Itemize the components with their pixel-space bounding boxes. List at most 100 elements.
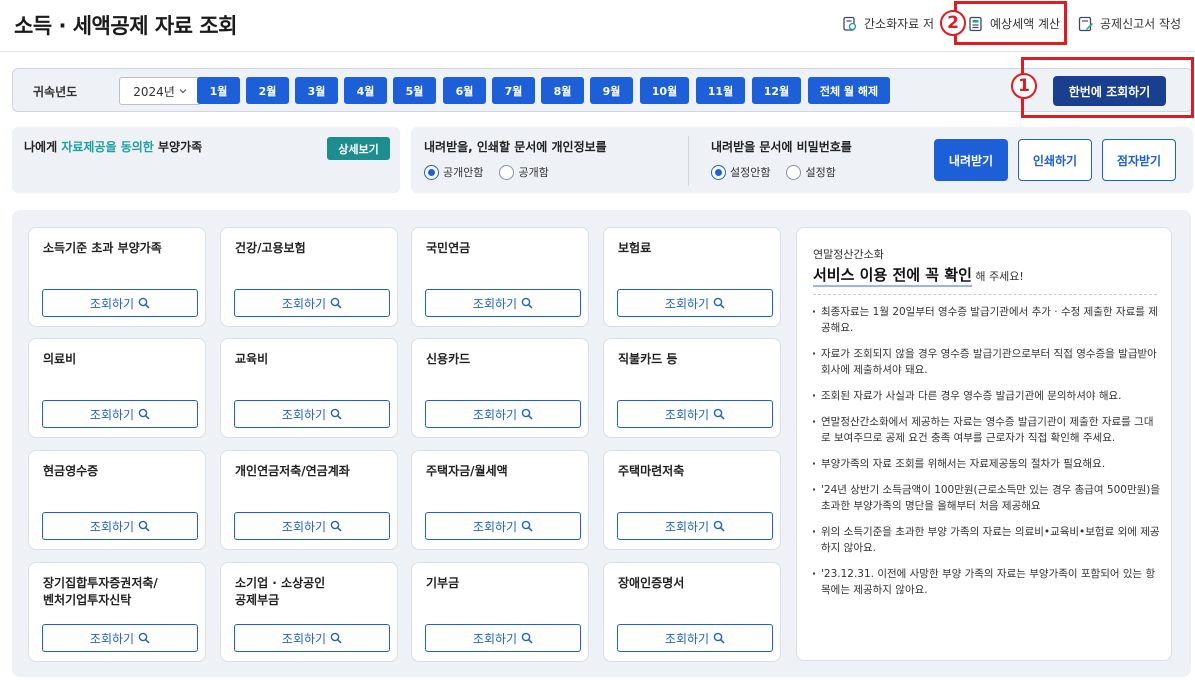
month-3-button[interactable]: 3월 xyxy=(295,77,338,104)
card-query-button[interactable]: 조회하기 xyxy=(617,400,773,428)
card-title-line: 국민연금 xyxy=(426,241,471,255)
search-icon xyxy=(713,297,725,309)
chevron-down-icon xyxy=(179,89,187,94)
notice-item: 조회된 자료가 사실과 다른 경우 영수증 발급기관에 문의하셔야 해요. xyxy=(811,388,1161,404)
card-query-label: 조회하기 xyxy=(472,407,518,422)
notice-headline-suffix: 해 주세요! xyxy=(971,270,1024,283)
card-query-button[interactable]: 조회하기 xyxy=(234,400,390,428)
card-query-button[interactable]: 조회하기 xyxy=(234,289,390,317)
card-query-button[interactable]: 조회하기 xyxy=(617,289,773,317)
highlight-box-2 xyxy=(954,1,1067,45)
card-query-button[interactable]: 조회하기 xyxy=(234,624,390,652)
card-title: 교육비 xyxy=(235,351,268,368)
search-icon xyxy=(521,297,533,309)
card-title-line: 소기업 · 소상공인 xyxy=(235,576,326,590)
deduction-form-link[interactable]: 공제신고서 작성 xyxy=(1078,15,1181,32)
password-off-radio[interactable] xyxy=(711,164,726,180)
braille-button[interactable]: 점자받기 xyxy=(1102,139,1176,181)
search-icon xyxy=(330,520,342,532)
privacy-hide-radio[interactable] xyxy=(424,164,439,180)
search-icon xyxy=(138,408,150,420)
print-button[interactable]: 인쇄하기 xyxy=(1018,139,1092,181)
consent-prefix: 나에게 xyxy=(24,140,62,154)
password-on-radio[interactable] xyxy=(786,164,802,180)
month-1-button[interactable]: 1월 xyxy=(197,77,240,104)
deduction-card: 보험료조회하기 xyxy=(603,227,781,327)
card-query-button[interactable]: 조회하기 xyxy=(42,400,198,428)
consent-panel: 나에게 자료제공을 동의한 부양가족 상세보기 xyxy=(12,127,400,193)
deduction-card: 건강/고용보험조회하기 xyxy=(220,227,398,327)
notice-headline: 서비스 이용 전에 꼭 확인 해 주세요! xyxy=(813,264,1024,287)
deduction-card: 장애인증명서조회하기 xyxy=(603,562,781,662)
card-query-button[interactable]: 조회하기 xyxy=(617,512,773,540)
month-10-button[interactable]: 10월 xyxy=(640,77,689,104)
card-query-button[interactable]: 조회하기 xyxy=(425,624,581,652)
card-query-button[interactable]: 조회하기 xyxy=(234,512,390,540)
month-8-button[interactable]: 8월 xyxy=(541,77,584,104)
notice-item: '23.12.31. 이전에 사망한 부양 가족의 자료는 부양가족이 포함되어… xyxy=(811,566,1161,598)
search-icon xyxy=(713,632,725,644)
card-query-label: 조회하기 xyxy=(89,407,135,422)
month-2-button[interactable]: 2월 xyxy=(246,77,289,104)
download-button[interactable]: 내려받기 xyxy=(934,139,1008,181)
consent-highlight: 자료제공을 동의한 xyxy=(61,140,154,154)
month-9-button[interactable]: 9월 xyxy=(590,77,633,104)
card-query-button[interactable]: 조회하기 xyxy=(425,289,581,317)
card-query-button[interactable]: 조회하기 xyxy=(42,624,198,652)
notice-item: 최종자료는 1월 20일부터 영수증 발급기관에서 추가 · 수정 제출한 자료… xyxy=(811,304,1161,336)
detail-button[interactable]: 상세보기 xyxy=(327,137,390,160)
search-icon xyxy=(330,408,342,420)
card-title: 현금영수증 xyxy=(43,463,98,480)
privacy-show-radio[interactable] xyxy=(499,164,515,180)
search-icon xyxy=(713,408,725,420)
month-6-button[interactable]: 6월 xyxy=(443,77,486,104)
deduction-card: 장기집합투자증권저축/벤처기업투자신탁 조회하기 xyxy=(28,562,206,662)
card-query-button[interactable]: 조회하기 xyxy=(42,512,198,540)
card-title-line: 건강/고용보험 xyxy=(235,241,306,255)
card-query-button[interactable]: 조회하기 xyxy=(425,512,581,540)
card-title: 건강/고용보험 xyxy=(235,240,306,257)
consent-suffix: 부양가족 xyxy=(153,140,203,154)
deduction-card: 소득기준 초과 부양가족 조회하기 xyxy=(28,227,206,327)
card-title-line: 보험료 xyxy=(618,241,652,255)
month-4-button[interactable]: 4월 xyxy=(344,77,387,104)
card-query-label: 조회하기 xyxy=(472,519,518,534)
year-select[interactable]: 2024년 xyxy=(119,77,201,105)
notice-panel: 연말정산간소화 서비스 이용 전에 꼭 확인 해 주세요! 최종자료는 1월 2… xyxy=(796,227,1172,661)
card-title: 장애인증명서 xyxy=(618,575,684,592)
card-title-line: 벤처기업투자신탁 xyxy=(43,593,132,607)
month-12-button[interactable]: 12월 xyxy=(752,77,801,104)
simplified-data-label: 간소화자료 저 xyxy=(864,17,935,31)
card-title: 국민연금 xyxy=(426,240,470,257)
card-title-line: 주택마련저축 xyxy=(618,464,685,478)
deduction-card: 주택자금/월세액 조회하기 xyxy=(411,450,589,550)
deduction-card: 소기업 · 소상공인 공제부금 조회하기 xyxy=(220,562,398,662)
card-title-line: 개인연금저축/연금계좌 xyxy=(235,464,350,478)
notice-item: 연말정산간소화에서 제공하는 자료는 영수증 발급기관이 제출한 자료를 그대로… xyxy=(811,414,1161,446)
card-query-label: 조회하기 xyxy=(664,296,710,311)
month-7-button[interactable]: 7월 xyxy=(492,77,535,104)
privacy-title: 내려받을, 인쇄할 문서에 개인정보를 xyxy=(424,140,607,154)
card-title-line: 장애인증명서 xyxy=(618,576,685,590)
card-query-button[interactable]: 조회하기 xyxy=(425,400,581,428)
card-query-label: 조회하기 xyxy=(89,519,135,534)
notice-item: 자료가 조회되지 않을 경우 영수증 발급기관으로부터 직접 영수증을 발급받아… xyxy=(811,346,1161,378)
card-query-button[interactable]: 조회하기 xyxy=(42,289,198,317)
password-on-label: 설정함 xyxy=(805,166,836,179)
card-query-label: 조회하기 xyxy=(664,631,710,646)
consent-text: 나에게 자료제공을 동의한 부양가족 xyxy=(24,138,202,155)
card-query-label: 조회하기 xyxy=(89,631,135,646)
notice-item: 위의 소득기준을 초과한 부양 가족의 자료는 의료비•교육비•보험료 외에 제… xyxy=(811,524,1161,556)
clear-months-button[interactable]: 전체 월 해제 xyxy=(808,77,890,104)
card-title: 직불카드 등 xyxy=(618,351,677,368)
privacy-hide-label: 공개안함 xyxy=(443,166,484,179)
card-query-button[interactable]: 조회하기 xyxy=(617,624,773,652)
notice-headline-strong: 서비스 이용 전에 꼭 확인 xyxy=(813,266,972,287)
options-divider xyxy=(688,136,689,186)
month-11-button[interactable]: 11월 xyxy=(696,77,745,104)
page-header: 소득 · 세액공제 자료 조회 간소화자료 저 예상세액 계산 공제신고서 작성… xyxy=(0,0,1195,52)
simplified-data-link[interactable]: 간소화자료 저 xyxy=(842,15,934,32)
card-query-label: 조회하기 xyxy=(89,296,135,311)
marker-1: 1 xyxy=(1011,73,1037,99)
month-5-button[interactable]: 5월 xyxy=(393,77,436,104)
